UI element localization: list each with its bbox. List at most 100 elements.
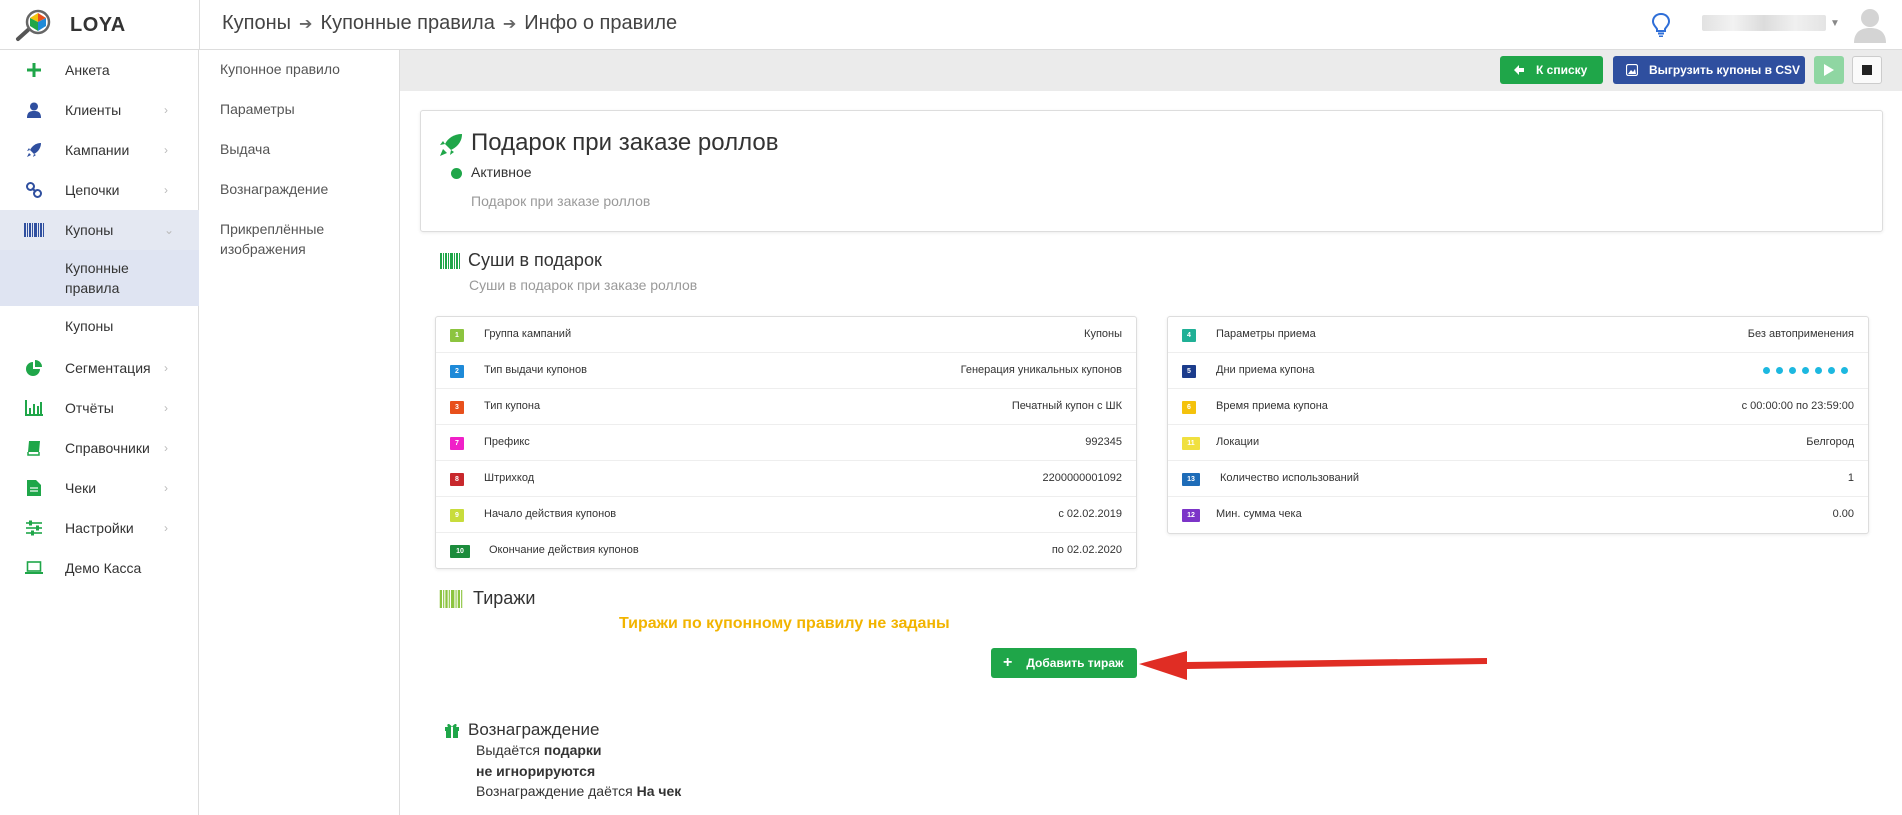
submenu-item-coupon-rule[interactable]: Купонное правило bbox=[220, 59, 390, 79]
circulations-empty-message: Тиражи по купонному правилу не заданы bbox=[619, 615, 950, 632]
param-number-badge: 5 bbox=[1182, 365, 1196, 378]
add-circulation-label: Добавить тираж bbox=[1026, 656, 1124, 670]
param-number-badge: 1 bbox=[450, 329, 464, 342]
logo[interactable]: LOYA bbox=[14, 8, 199, 42]
sidebar-item-label: Анкета bbox=[65, 62, 110, 78]
sidebar-item-settings[interactable]: Настройки › bbox=[0, 508, 199, 548]
main-content: К списку Выгрузить купоны в CSV Подарок … bbox=[400, 50, 1902, 815]
param-row: 8 Штрихкод 2200000001092 bbox=[436, 461, 1136, 497]
param-row: 1 Группа кампаний Купоны bbox=[436, 317, 1136, 353]
play-icon bbox=[1824, 64, 1834, 76]
sidebar-item-label: Кампании bbox=[65, 142, 130, 158]
weekday-dot bbox=[1763, 367, 1770, 374]
sidebar-item-label: Клиенты bbox=[65, 102, 122, 118]
param-number-badge: 4 bbox=[1182, 329, 1196, 342]
rule-info-card: Подарок при заказе роллов Активное Подар… bbox=[420, 110, 1883, 232]
sidebar-item-directories[interactable]: Справочники › bbox=[0, 428, 199, 468]
sidebar-item-reports[interactable]: Отчёты › bbox=[0, 388, 199, 428]
header-divider bbox=[199, 0, 200, 50]
weekday-dot bbox=[1802, 367, 1809, 374]
sidebar-item-label: Справочники bbox=[65, 440, 150, 456]
param-row: 13 Количество использований 1 bbox=[1168, 461, 1868, 497]
red-arrow-annotation bbox=[1139, 651, 1487, 680]
sidebar-item-coupons[interactable]: Купоны ⌄ bbox=[0, 210, 199, 250]
stop-button[interactable] bbox=[1852, 56, 1882, 84]
param-row: 4 Параметры приема Без автоприменения bbox=[1168, 317, 1868, 353]
param-number-badge: 2 bbox=[450, 365, 464, 378]
submenu-item-parameters[interactable]: Параметры bbox=[220, 99, 390, 119]
rule-title: Подарок при заказе роллов bbox=[471, 129, 779, 156]
param-number-badge: 9 bbox=[450, 509, 464, 522]
user-name-blurred[interactable] bbox=[1702, 15, 1826, 31]
caret-down-icon[interactable]: ▼ bbox=[1830, 18, 1840, 29]
param-name: Время приема купона bbox=[1216, 400, 1328, 412]
campaign-subtitle: Суши в подарок при заказе роллов bbox=[469, 277, 698, 293]
circulations-title: Тиражи bbox=[473, 588, 536, 608]
sidebar-item-demo-cash[interactable]: Демо Касса bbox=[0, 548, 199, 588]
submenu-item-issuance[interactable]: Выдача bbox=[220, 139, 390, 159]
sidebar-item-chains[interactable]: Цепочки › bbox=[0, 170, 199, 210]
submenu-item-attached-images[interactable]: Прикреплённые изображения bbox=[220, 219, 390, 259]
reward-gift-value: подарки bbox=[543, 742, 602, 758]
lightbulb-icon[interactable] bbox=[1650, 12, 1672, 38]
sidebar-item-label: Сегментация bbox=[65, 360, 151, 376]
param-row: 6 Время приема купона с 00:00:00 по 23:5… bbox=[1168, 389, 1868, 425]
barcode-icon bbox=[440, 253, 460, 269]
param-row: 2 Тип выдачи купонов Генерация уникальны… bbox=[436, 353, 1136, 389]
sidebar-item-segmentation[interactable]: Сегментация › bbox=[0, 348, 199, 388]
weekday-dot bbox=[1828, 367, 1835, 374]
sidebar-item-label: Настройки bbox=[65, 520, 134, 536]
top-bar: LOYA Купоны ➔ Купонные правила ➔ Инфо о … bbox=[0, 0, 1902, 50]
param-value: 2200000001092 bbox=[1042, 472, 1122, 484]
param-name: Окончание действия купонов bbox=[489, 544, 639, 556]
param-number-badge: 13 bbox=[1182, 473, 1200, 486]
sidebar-item-clients[interactable]: Клиенты › bbox=[0, 90, 199, 130]
export-csv-button[interactable]: Выгрузить купоны в CSV bbox=[1613, 56, 1805, 84]
status-dot bbox=[451, 168, 462, 179]
image-export-icon bbox=[1625, 63, 1639, 77]
sidebar-item-label: Купоны bbox=[65, 222, 114, 238]
weekday-dot bbox=[1776, 367, 1783, 374]
param-value: Печатный купон с ШК bbox=[1011, 400, 1122, 412]
bar-chart-icon bbox=[24, 399, 44, 417]
param-value: Генерация уникальных купонов bbox=[960, 364, 1122, 376]
param-value: 992345 bbox=[1085, 436, 1122, 448]
add-circulation-button[interactable]: + Добавить тираж bbox=[991, 648, 1137, 678]
rule-description: Подарок при заказе роллов bbox=[471, 193, 651, 209]
back-to-list-button[interactable]: К списку bbox=[1500, 56, 1603, 84]
sidebar-subitem-coupons[interactable]: Купоны bbox=[0, 306, 199, 346]
param-value: с 02.02.2019 bbox=[1058, 508, 1122, 520]
arrow-left-icon bbox=[1512, 63, 1526, 77]
sidebar-subitem-label: Купонные правила bbox=[65, 260, 129, 296]
param-number-badge: 3 bbox=[450, 401, 464, 414]
sliders-icon bbox=[24, 519, 44, 537]
chevron-right-icon: › bbox=[164, 143, 168, 157]
sidebar: Анкета Клиенты › Кампании › Цепочки › Ку… bbox=[0, 50, 199, 815]
stop-icon bbox=[1862, 65, 1872, 75]
barcode-icon bbox=[439, 590, 463, 608]
param-row: 3 Тип купона Печатный купон с ШК bbox=[436, 389, 1136, 425]
avatar[interactable] bbox=[1852, 5, 1888, 43]
sidebar-item-receipts[interactable]: Чеки › bbox=[0, 468, 199, 508]
submenu-item-reward[interactable]: Вознаграждение bbox=[220, 179, 390, 199]
chain-icon bbox=[24, 181, 44, 199]
param-value: Белгород bbox=[1806, 436, 1854, 448]
sidebar-subitem-coupon-rules[interactable]: Купонные правила bbox=[0, 250, 199, 306]
param-name: Тип купона bbox=[484, 400, 541, 412]
breadcrumb-item-coupon-rules[interactable]: Купонные правила bbox=[320, 12, 494, 35]
export-csv-label: Выгрузить купоны в CSV bbox=[1649, 63, 1801, 77]
sidebar-item-questionnaire[interactable]: Анкета bbox=[0, 50, 199, 90]
param-value: Купоны bbox=[1084, 328, 1122, 340]
reward-line-target-prefix: Вознаграждение даётся bbox=[476, 783, 637, 799]
play-button[interactable] bbox=[1814, 56, 1844, 84]
param-row: 9 Начало действия купонов с 02.02.2019 bbox=[436, 497, 1136, 533]
param-value: по 02.02.2020 bbox=[1051, 544, 1122, 556]
toolbar: К списку Выгрузить купоны в CSV bbox=[400, 50, 1902, 91]
chevron-right-icon: › bbox=[164, 441, 168, 455]
sidebar-item-campaigns[interactable]: Кампании › bbox=[0, 130, 199, 170]
param-row: 5 Дни приема купона bbox=[1168, 353, 1868, 389]
breadcrumb-item-coupons[interactable]: Купоны bbox=[222, 12, 291, 35]
weekday-dots bbox=[1763, 367, 1848, 374]
param-name: Группа кампаний bbox=[484, 328, 572, 340]
book-icon bbox=[24, 439, 44, 457]
